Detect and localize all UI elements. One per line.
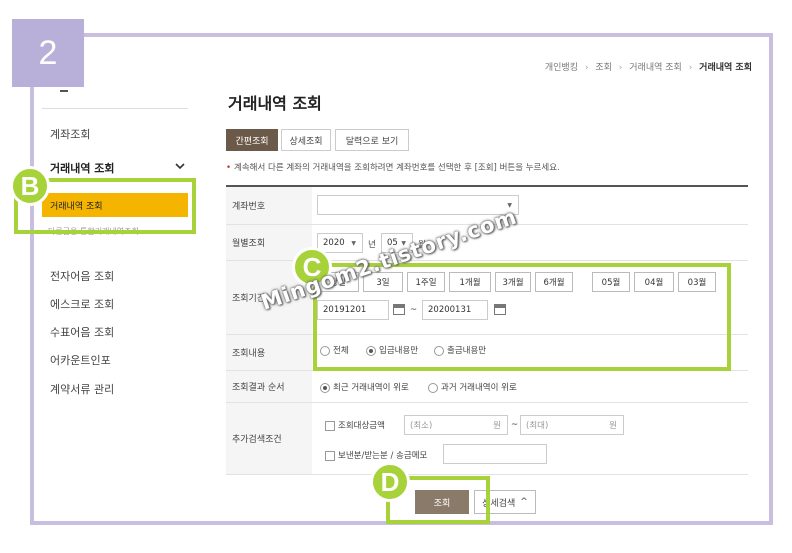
breadcrumb-sep: › — [688, 63, 693, 73]
radio-icon — [428, 382, 438, 393]
radio-recent-first[interactable]: 최근 거래내역이 위로 — [320, 381, 409, 393]
year-unit: 년 — [368, 240, 376, 250]
label-order: 조회결과 순서 — [226, 371, 312, 402]
sidebar-item-escrow[interactable]: 에스크로 조회 — [50, 296, 114, 312]
chevron-up-icon: ^ — [520, 497, 528, 507]
step-badge: 2 — [12, 19, 84, 87]
breadcrumb-item[interactable]: 거래내역 조회 — [629, 63, 682, 73]
checkbox-icon — [325, 420, 335, 431]
amount-range-separator: ~ — [511, 420, 519, 430]
sidebar-item-contracts[interactable]: 계약서류 관리 — [50, 381, 114, 397]
checkbox-icon — [325, 450, 335, 461]
label-content: 조회내용 — [226, 335, 312, 370]
breadcrumb: 개인뱅킹 › 조회 › 거래내역 조회 › 거래내역 조회 — [541, 60, 752, 73]
notice-text: • 계속해서 다른 계좌의 거래내역을 조회하려면 계좌번호를 선택한 후 [조회… — [226, 163, 560, 173]
label-account: 계좌번호 — [226, 187, 312, 224]
bullet-icon: • — [226, 163, 232, 173]
min-amount-input[interactable]: (최소) 원 — [404, 415, 508, 435]
breadcrumb-sep: › — [584, 63, 589, 73]
sidebar-group-transactions[interactable]: 거래내역 조회 — [50, 160, 185, 176]
memo-checkbox[interactable]: 보낸분/받는분 / 송금메모 — [325, 449, 427, 461]
tab-detail[interactable]: 상세조회 — [281, 129, 331, 151]
page-title: 거래내역 조회 — [228, 94, 322, 113]
row-extra: 추가검색조건 — [226, 403, 748, 475]
breadcrumb-current: 거래내역 조회 — [699, 63, 752, 73]
breadcrumb-item[interactable]: 개인뱅킹 — [545, 63, 578, 73]
max-amount-input[interactable]: (최대) 원 — [520, 415, 624, 435]
radio-oldest-first[interactable]: 과거 거래내역이 위로 — [428, 381, 517, 393]
tab-simple[interactable]: 간편조회 — [226, 129, 278, 151]
annotation-d: D — [370, 462, 410, 502]
sidebar-item-accountinfo[interactable]: 어카운트인포 — [50, 352, 111, 368]
breadcrumb-item[interactable]: 조회 — [595, 63, 612, 73]
breadcrumb-sep: › — [618, 63, 623, 73]
sidebar-item-e-bill[interactable]: 전자어음 조회 — [50, 268, 114, 284]
radio-selected-icon — [320, 382, 330, 393]
memo-input[interactable] — [443, 444, 547, 464]
caret-down-icon: ▼ — [351, 240, 356, 247]
annotation-b: B — [10, 166, 50, 206]
label-extra: 추가검색조건 — [226, 403, 312, 474]
sidebar-divider — [42, 108, 188, 109]
sidebar-group-label: 거래내역 조회 — [50, 162, 115, 175]
tab-calendar[interactable]: 달력으로 보기 — [335, 129, 409, 151]
sidebar-item-check[interactable]: 수표어음 조회 — [50, 324, 114, 340]
sidebar-item-account[interactable]: 계좌조회 — [50, 126, 90, 142]
amount-checkbox[interactable]: 조회대상금액 — [325, 419, 385, 431]
sidebar-dash — [60, 90, 68, 92]
highlight-box-c — [313, 263, 731, 371]
chevron-down-icon — [175, 160, 185, 176]
